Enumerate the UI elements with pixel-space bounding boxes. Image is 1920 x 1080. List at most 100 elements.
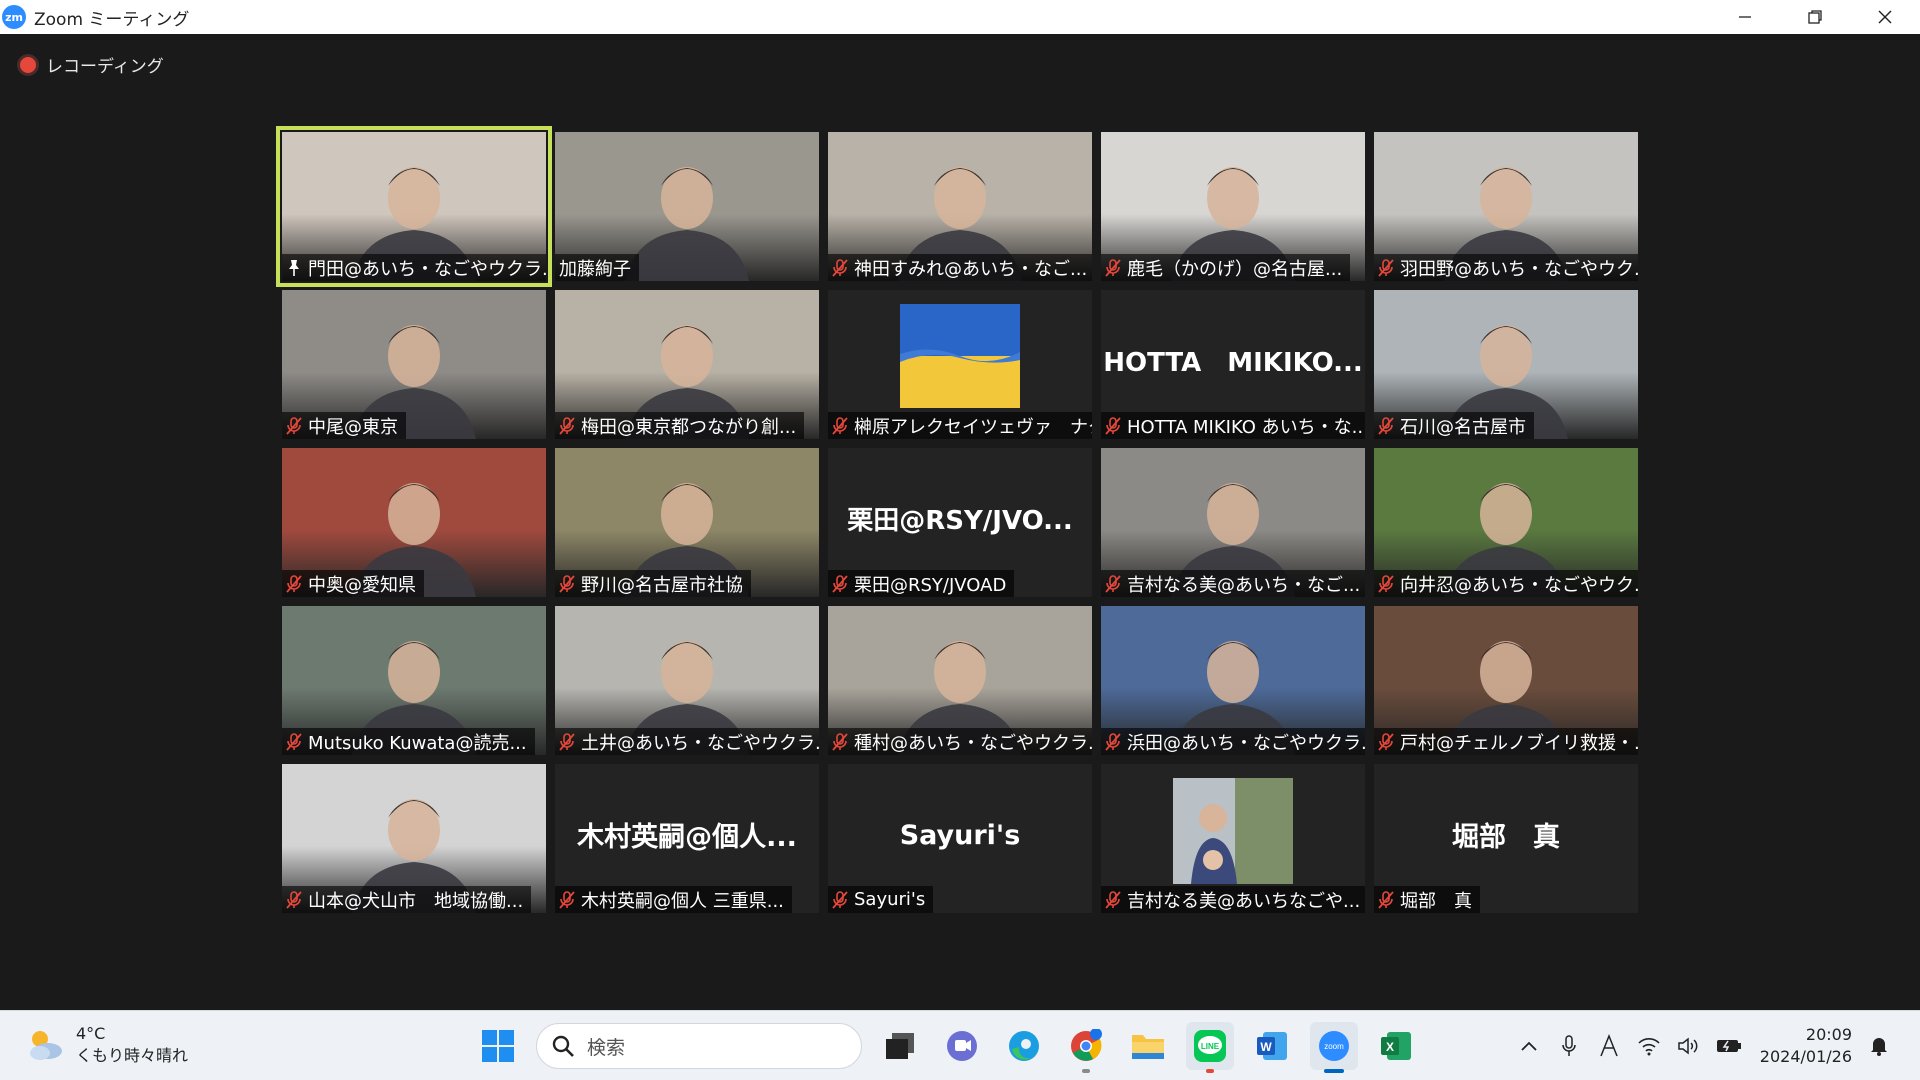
participant-name-bar: 堀部 真: [1374, 886, 1480, 913]
participant-tile[interactable]: 神田すみれ@あいち・なご...: [828, 132, 1092, 281]
participant-tile[interactable]: 堀部 真堀部 真: [1374, 764, 1638, 913]
svg-text:zoom: zoom: [1324, 1042, 1344, 1051]
participant-tile[interactable]: 土井@あいち・なごやウクラ...: [555, 606, 819, 755]
participant-name-bar: 向井忍@あいち・なごやウク...: [1374, 570, 1638, 597]
participant-tile[interactable]: 梅田@東京都つながり創...: [555, 290, 819, 439]
zoom-active-indicator: [1324, 1069, 1344, 1073]
mic-muted-icon: [286, 574, 302, 593]
mic-muted-icon: [832, 574, 848, 593]
participant-name: 種村@あいち・なごやウクラ...: [854, 732, 1092, 754]
participant-name-bar: 戸村@チェルノブイリ救援・...: [1374, 728, 1638, 755]
taskbar-apps: 検索 LINE W zoom X: [474, 1022, 1420, 1073]
participant-tile[interactable]: 羽田野@あいち・なごやウク...: [1374, 132, 1638, 281]
participant-tile[interactable]: 木村英嗣@個人... 木村英嗣@個人 三重県...: [555, 764, 819, 913]
participant-tile[interactable]: 加藤絢子: [555, 132, 819, 281]
task-view-icon: [886, 1033, 914, 1059]
participant-name-bar: 吉村なる美@あいちなごや...: [1101, 886, 1365, 913]
participant-name-bar: 中尾@東京: [282, 412, 406, 439]
mic-muted-icon: [559, 890, 575, 909]
zoom-logo-icon: zm: [2, 5, 26, 29]
participant-tile[interactable]: 石川@名古屋市: [1374, 290, 1638, 439]
mic-muted-icon: [1105, 258, 1121, 277]
svg-text:X: X: [1386, 1040, 1394, 1054]
recording-indicator[interactable]: レコーディング: [20, 52, 164, 77]
participant-tile[interactable]: 門田@あいち・なごやウクラ...: [276, 126, 552, 287]
word-button[interactable]: W: [1248, 1022, 1296, 1070]
zoom-button[interactable]: zoom: [1310, 1022, 1358, 1073]
participant-name-bar: 門田@あいち・なごやウクラ...: [282, 254, 546, 281]
minimize-icon: [1739, 16, 1751, 18]
show-hidden-icons-button[interactable]: [1516, 1033, 1542, 1059]
task-view-button[interactable]: [876, 1022, 924, 1070]
mic-muted-icon: [1105, 416, 1121, 435]
participant-name: 中尾@東京: [308, 416, 398, 438]
participant-name: 栗田@RSY/JVOAD: [854, 574, 1007, 596]
participant-name-bar: Sayuri's: [828, 886, 934, 913]
participant-name: 山本@犬山市 地域協働...: [308, 890, 524, 912]
window-title: Zoom ミーティング: [34, 9, 190, 30]
participant-tile[interactable]: 榊原アレクセイツェヴァ ナタ...: [828, 290, 1092, 439]
speaker-icon: [1678, 1037, 1698, 1055]
participant-name-bar: 石川@名古屋市: [1374, 412, 1534, 439]
participant-tile[interactable]: 向井忍@あいち・なごやウク...: [1374, 448, 1638, 597]
battery-button[interactable]: [1716, 1033, 1742, 1059]
participant-tile[interactable]: Sayuri's Sayuri's: [828, 764, 1092, 913]
participant-tile[interactable]: 中尾@東京: [282, 290, 546, 439]
teams-chat-button[interactable]: [938, 1022, 986, 1070]
excel-button[interactable]: X: [1372, 1022, 1420, 1070]
volume-button[interactable]: [1676, 1033, 1702, 1059]
participant-tile[interactable]: 山本@犬山市 地域協働...: [282, 764, 546, 913]
participant-tile[interactable]: Mutsuko Kuwata@読売...: [282, 606, 546, 755]
line-app-icon: LINE: [1194, 1030, 1226, 1062]
participant-tile[interactable]: 中奥@愛知県: [282, 448, 546, 597]
minimize-button[interactable]: [1710, 0, 1780, 34]
mic-muted-icon: [1378, 416, 1394, 435]
participant-name-bar: 木村英嗣@個人 三重県...: [555, 886, 792, 913]
participant-tile[interactable]: 浜田@あいち・なごやウクラ...: [1101, 606, 1365, 755]
taskbar-search[interactable]: 検索: [536, 1023, 862, 1069]
zoom-app: zm Zoom ミーティング レコーディング 門田@あいち・なごやウクラ... 加…: [0, 0, 1920, 1080]
participant-tile[interactable]: 吉村なる美@あいちなごや...: [1101, 764, 1365, 913]
start-button[interactable]: [474, 1022, 522, 1070]
close-button[interactable]: [1850, 0, 1920, 34]
participant-name-bar: 羽田野@あいち・なごやウク...: [1374, 254, 1638, 281]
mic-muted-icon: [1105, 732, 1121, 751]
participant-name: 土井@あいち・なごやウクラ...: [581, 732, 819, 754]
participant-tile[interactable]: 吉村なる美@あいち・なご...: [1101, 448, 1365, 597]
participant-name-bar: Mutsuko Kuwata@読売...: [282, 728, 535, 755]
participant-name: 中奥@愛知県: [308, 574, 416, 596]
participant-tile[interactable]: HOTTA MIKIKO... HOTTA MIKIKO あいち・な...: [1101, 290, 1365, 439]
participant-tile[interactable]: 野川@名古屋市社協: [555, 448, 819, 597]
participant-tile[interactable]: 種村@あいち・なごやウクラ...: [828, 606, 1092, 755]
line-button[interactable]: LINE: [1186, 1022, 1234, 1073]
file-explorer-button[interactable]: [1124, 1022, 1172, 1070]
ime-mode-button[interactable]: [1596, 1033, 1622, 1059]
participant-name: HOTTA MIKIKO あいち・な...: [1127, 416, 1365, 438]
edge-button[interactable]: [1000, 1022, 1048, 1070]
participant-name-bar: 梅田@東京都つながり創...: [555, 412, 805, 439]
weather-widget[interactable]: 4°C くもり時々晴れ: [26, 1023, 188, 1067]
mic-muted-icon: [1105, 574, 1121, 593]
wifi-button[interactable]: [1636, 1033, 1662, 1059]
participant-tile[interactable]: 鹿毛（かのげ）@名古屋...: [1101, 132, 1365, 281]
mic-muted-icon: [559, 416, 575, 435]
microphone-tray-button[interactable]: [1556, 1033, 1582, 1059]
weather-temp: 4°C: [76, 1024, 106, 1043]
participant-tile[interactable]: 栗田@RSY/JVO... 栗田@RSY/JVOAD: [828, 448, 1092, 597]
participant-name: 羽田野@あいち・なごやウク...: [1400, 258, 1638, 280]
windows-start-icon: [482, 1030, 514, 1062]
chrome-button[interactable]: [1062, 1022, 1110, 1073]
notifications-button[interactable]: [1866, 1033, 1892, 1059]
wifi-icon: [1638, 1038, 1660, 1056]
participant-name: 向井忍@あいち・なごやウク...: [1400, 574, 1638, 596]
clock[interactable]: 20:09 2024/01/26: [1760, 1024, 1852, 1068]
title-bar: zm Zoom ミーティング: [0, 0, 1920, 34]
participant-tile[interactable]: 戸村@チェルノブイリ救援・...: [1374, 606, 1638, 755]
microphone-icon: [1562, 1035, 1576, 1056]
line-notification-indicator: [1206, 1069, 1214, 1073]
participant-name-bar: 加藤絢子: [555, 254, 639, 281]
restore-button[interactable]: [1780, 0, 1850, 34]
participant-name: Sayuri's: [854, 889, 926, 910]
participant-name-bar: 神田すみれ@あいち・なご...: [828, 254, 1092, 281]
participant-name: 石川@名古屋市: [1400, 416, 1526, 438]
